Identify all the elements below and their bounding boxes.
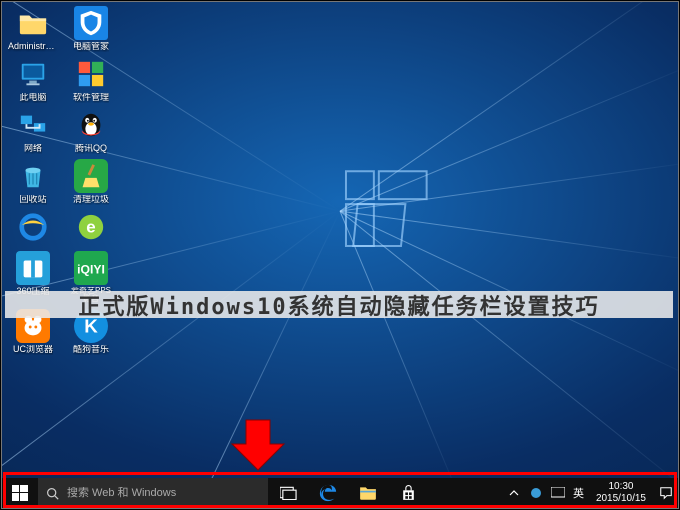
folder-glyph bbox=[18, 8, 48, 38]
icon-label: 清理垃圾 bbox=[73, 195, 109, 205]
pc-manager-icon[interactable]: 电脑管家 bbox=[66, 6, 116, 52]
input-indicator-button[interactable] bbox=[549, 478, 567, 508]
software-mgr-icon[interactable]: 软件管理 bbox=[66, 57, 116, 103]
icon-label: UC浏览器 bbox=[13, 345, 53, 355]
icon-label: 电脑管家 bbox=[73, 42, 109, 52]
ime-language-label[interactable]: 英 bbox=[571, 485, 586, 501]
icon-label: 酷狗音乐 bbox=[73, 345, 109, 355]
network-glyph bbox=[18, 110, 48, 140]
action-center-button[interactable] bbox=[656, 478, 676, 508]
icon-label: 网络 bbox=[24, 144, 42, 154]
notification-icon bbox=[659, 486, 673, 500]
ie-glyph bbox=[18, 212, 48, 242]
globe-e-glyph: e bbox=[76, 212, 106, 242]
folder-icon bbox=[359, 485, 377, 501]
system-tray: 英 10:30 2015/10/15 bbox=[503, 478, 678, 508]
edge-browser-button[interactable] bbox=[308, 478, 348, 508]
user-folder-icon[interactable]: Administrat... bbox=[8, 6, 58, 52]
this-pc-icon[interactable]: 此电脑 bbox=[8, 57, 58, 103]
search-box[interactable] bbox=[38, 478, 268, 508]
ie-icon[interactable] bbox=[8, 210, 58, 246]
desktop[interactable]: Administrat... 电脑管家 此电脑 软件管理 bbox=[2, 2, 678, 478]
app-tray-glyph bbox=[530, 487, 542, 499]
qq-icon[interactable]: 腾讯QQ bbox=[66, 108, 116, 154]
file-explorer-button[interactable] bbox=[348, 478, 388, 508]
icon-label: 回收站 bbox=[19, 195, 46, 205]
svg-text:e: e bbox=[86, 217, 95, 236]
taskbar: 英 10:30 2015/10/15 bbox=[2, 478, 678, 508]
overlay-title-text: 正式版Windows10系统自动隐藏任务栏设置技巧 bbox=[78, 289, 599, 321]
search-input[interactable] bbox=[67, 487, 260, 499]
store-icon bbox=[400, 485, 417, 502]
tray-app-icon[interactable] bbox=[527, 478, 545, 508]
cleanup-icon[interactable]: 清理垃圾 bbox=[66, 159, 116, 205]
broom-glyph bbox=[76, 161, 106, 191]
clock-time: 10:30 bbox=[596, 481, 646, 493]
bin-glyph bbox=[18, 161, 48, 191]
start-button[interactable] bbox=[2, 478, 38, 508]
search-icon bbox=[46, 487, 59, 500]
svg-text:iQIYI: iQIYI bbox=[77, 262, 105, 276]
store-button[interactable] bbox=[388, 478, 428, 508]
taskbar-pinned-icons bbox=[268, 478, 428, 508]
clock-date: 2015/10/15 bbox=[596, 493, 646, 505]
task-view-icon bbox=[280, 486, 297, 500]
tiles-glyph bbox=[76, 59, 106, 89]
keyboard-icon bbox=[551, 487, 565, 499]
task-view-button[interactable] bbox=[268, 478, 308, 508]
iqiyi-glyph: iQIYI bbox=[76, 253, 106, 283]
clock-button[interactable]: 10:30 2015/10/15 bbox=[590, 481, 652, 505]
windows-logo-icon bbox=[12, 485, 28, 501]
penguin-glyph bbox=[76, 110, 106, 140]
recycle-bin-icon[interactable]: 回收站 bbox=[8, 159, 58, 205]
network-icon[interactable]: 网络 bbox=[8, 108, 58, 154]
browser-icon[interactable]: e bbox=[66, 210, 116, 246]
icon-label: 软件管理 bbox=[73, 93, 109, 103]
down-arrow-annotation bbox=[228, 418, 288, 474]
zip-glyph bbox=[18, 253, 48, 283]
icon-label: Administrat... bbox=[8, 42, 58, 52]
overlay-title-banner: 正式版Windows10系统自动隐藏任务栏设置技巧 bbox=[5, 291, 673, 318]
tray-overflow-button[interactable] bbox=[505, 478, 523, 508]
icon-label: 腾讯QQ bbox=[75, 144, 107, 154]
chevron-up-icon bbox=[509, 488, 519, 498]
monitor-glyph bbox=[18, 59, 48, 89]
shield-glyph bbox=[76, 8, 106, 38]
icon-label: 此电脑 bbox=[19, 93, 46, 103]
edge-icon bbox=[318, 483, 338, 503]
